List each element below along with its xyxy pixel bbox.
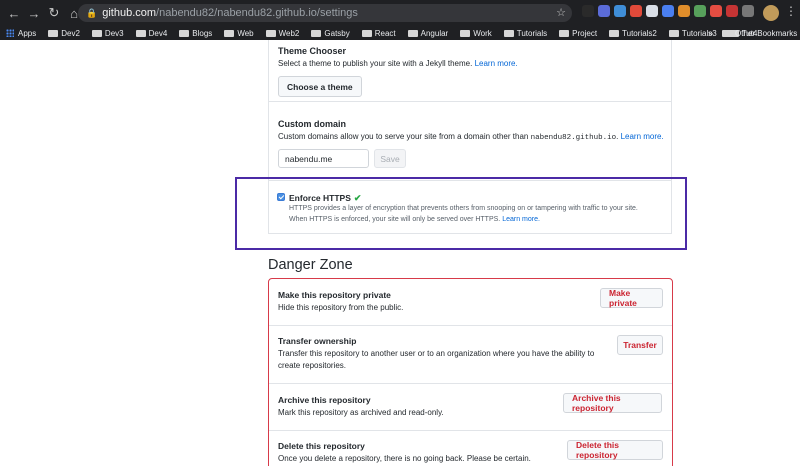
folder-icon bbox=[407, 29, 418, 37]
divider bbox=[269, 325, 672, 326]
url-path: /nabendu82/nabendu82.github.io/settings bbox=[156, 7, 358, 19]
forward-arrow-icon[interactable]: → bbox=[24, 0, 44, 26]
extension-icon[interactable] bbox=[742, 5, 754, 17]
archive-desc: Mark this repository as archived and rea… bbox=[278, 408, 444, 417]
bookmark-folder[interactable]: Project bbox=[559, 29, 597, 38]
folder-icon bbox=[503, 29, 514, 37]
other-bookmarks[interactable]: Other Bookmarks bbox=[722, 26, 797, 40]
bookmark-folder[interactable]: Tutorials2 bbox=[609, 29, 657, 38]
reload-icon[interactable]: ↻ bbox=[44, 0, 64, 26]
url-host: github.com bbox=[102, 7, 157, 19]
custom-domain-section: Custom domain Custom domains allow you t… bbox=[278, 119, 680, 168]
extension-icon[interactable] bbox=[726, 5, 738, 17]
folder-icon bbox=[722, 29, 732, 37]
folder-icon bbox=[179, 29, 190, 37]
folder-icon bbox=[224, 29, 235, 37]
folder-icon bbox=[361, 29, 372, 37]
domain-form: nabendu.me Save bbox=[278, 149, 680, 168]
folder-icon bbox=[559, 29, 570, 37]
bookmark-folder[interactable]: Work bbox=[460, 29, 492, 38]
bookmark-folder[interactable]: Gatsby bbox=[311, 29, 350, 38]
custom-domain-title: Custom domain bbox=[278, 119, 347, 129]
folder-icon bbox=[91, 29, 102, 37]
bookmark-folder[interactable]: Dev3 bbox=[91, 29, 124, 38]
theme-chooser-title: Theme Chooser bbox=[278, 46, 347, 56]
custom-domain-desc: Custom domains allow you to serve your s… bbox=[278, 132, 664, 142]
lock-icon: 🔒 bbox=[86, 7, 98, 18]
bookmark-folder[interactable]: Web2 bbox=[265, 29, 299, 38]
transfer-desc: Transfer this repository to another user… bbox=[278, 349, 595, 370]
theme-chooser-section: Theme Chooser Select a theme to publish … bbox=[278, 46, 680, 97]
theme-learn-more-link[interactable]: Learn more. bbox=[475, 59, 518, 68]
folder-icon bbox=[460, 29, 471, 37]
folder-icon bbox=[609, 29, 620, 37]
bookmark-folder[interactable]: Blogs bbox=[179, 29, 212, 38]
save-button[interactable]: Save bbox=[374, 149, 406, 168]
delete-title: Delete this repository bbox=[278, 441, 365, 451]
extension-icon[interactable] bbox=[646, 5, 658, 17]
bookmark-star-icon[interactable]: ☆ bbox=[556, 6, 566, 19]
archive-button[interactable]: Archive this repository bbox=[563, 393, 662, 413]
theme-chooser-desc: Select a theme to publish your site with… bbox=[278, 59, 518, 68]
divider bbox=[269, 101, 671, 102]
delete-button[interactable]: Delete this repository bbox=[567, 440, 663, 460]
extension-icon[interactable] bbox=[630, 5, 642, 17]
bookmark-apps[interactable]: Apps bbox=[6, 29, 36, 38]
bookmark-folder[interactable]: Dev2 bbox=[48, 29, 80, 38]
annotation-highlight-box bbox=[235, 177, 687, 250]
make-private-button[interactable]: Make private bbox=[600, 288, 663, 308]
extension-icon[interactable] bbox=[694, 5, 706, 17]
make-private-title: Make this repository private bbox=[278, 290, 391, 300]
bookmark-folder[interactable]: Dev4 bbox=[135, 29, 167, 38]
divider bbox=[269, 430, 672, 431]
folder-icon bbox=[48, 29, 59, 37]
transfer-button[interactable]: Transfer bbox=[617, 335, 663, 355]
extension-icon[interactable] bbox=[662, 5, 674, 17]
bookmark-folder[interactable]: Web bbox=[224, 29, 254, 38]
danger-zone-heading: Danger Zone bbox=[268, 257, 353, 273]
bookmark-folder[interactable]: Angular bbox=[407, 29, 448, 38]
make-private-desc: Hide this repository from the public. bbox=[278, 303, 404, 312]
bookmark-folder[interactable]: Tutorials bbox=[503, 29, 547, 38]
divider bbox=[269, 383, 672, 384]
extensions-area bbox=[582, 5, 754, 17]
more-bookmarks-chevron[interactable]: » bbox=[708, 26, 713, 40]
domain-learn-more-link[interactable]: Learn more. bbox=[621, 132, 664, 141]
extension-icon[interactable] bbox=[710, 5, 722, 17]
extension-icon[interactable] bbox=[598, 5, 610, 17]
archive-title: Archive this repository bbox=[278, 395, 371, 405]
custom-domain-input[interactable]: nabendu.me bbox=[278, 149, 369, 168]
bookmarks-bar: Apps Dev2 Dev3 Dev4 Blogs Web Web2 Gatsb… bbox=[0, 26, 800, 40]
delete-desc: Once you delete a repository, there is n… bbox=[278, 454, 531, 463]
folder-icon bbox=[668, 29, 679, 37]
bookmark-folder[interactable]: React bbox=[361, 29, 396, 38]
choose-theme-button[interactable]: Choose a theme bbox=[278, 76, 362, 97]
apps-grid-icon bbox=[6, 29, 14, 37]
folder-icon bbox=[135, 29, 146, 37]
address-bar[interactable]: 🔒 github.com /nabendu82/nabendu82.github… bbox=[78, 4, 572, 22]
extension-icon[interactable] bbox=[614, 5, 626, 17]
transfer-title: Transfer ownership bbox=[278, 336, 357, 346]
extension-icon[interactable] bbox=[582, 5, 594, 17]
browser-toolbar: ← → ↻ ⌂ 🔒 github.com /nabendu82/nabendu8… bbox=[0, 0, 800, 26]
folder-icon bbox=[265, 29, 276, 37]
profile-avatar[interactable] bbox=[763, 5, 779, 21]
folder-icon bbox=[311, 29, 322, 37]
back-arrow-icon[interactable]: ← bbox=[4, 0, 24, 26]
browser-menu-icon[interactable]: ⋮ bbox=[785, 4, 797, 18]
extension-icon[interactable] bbox=[678, 5, 690, 17]
